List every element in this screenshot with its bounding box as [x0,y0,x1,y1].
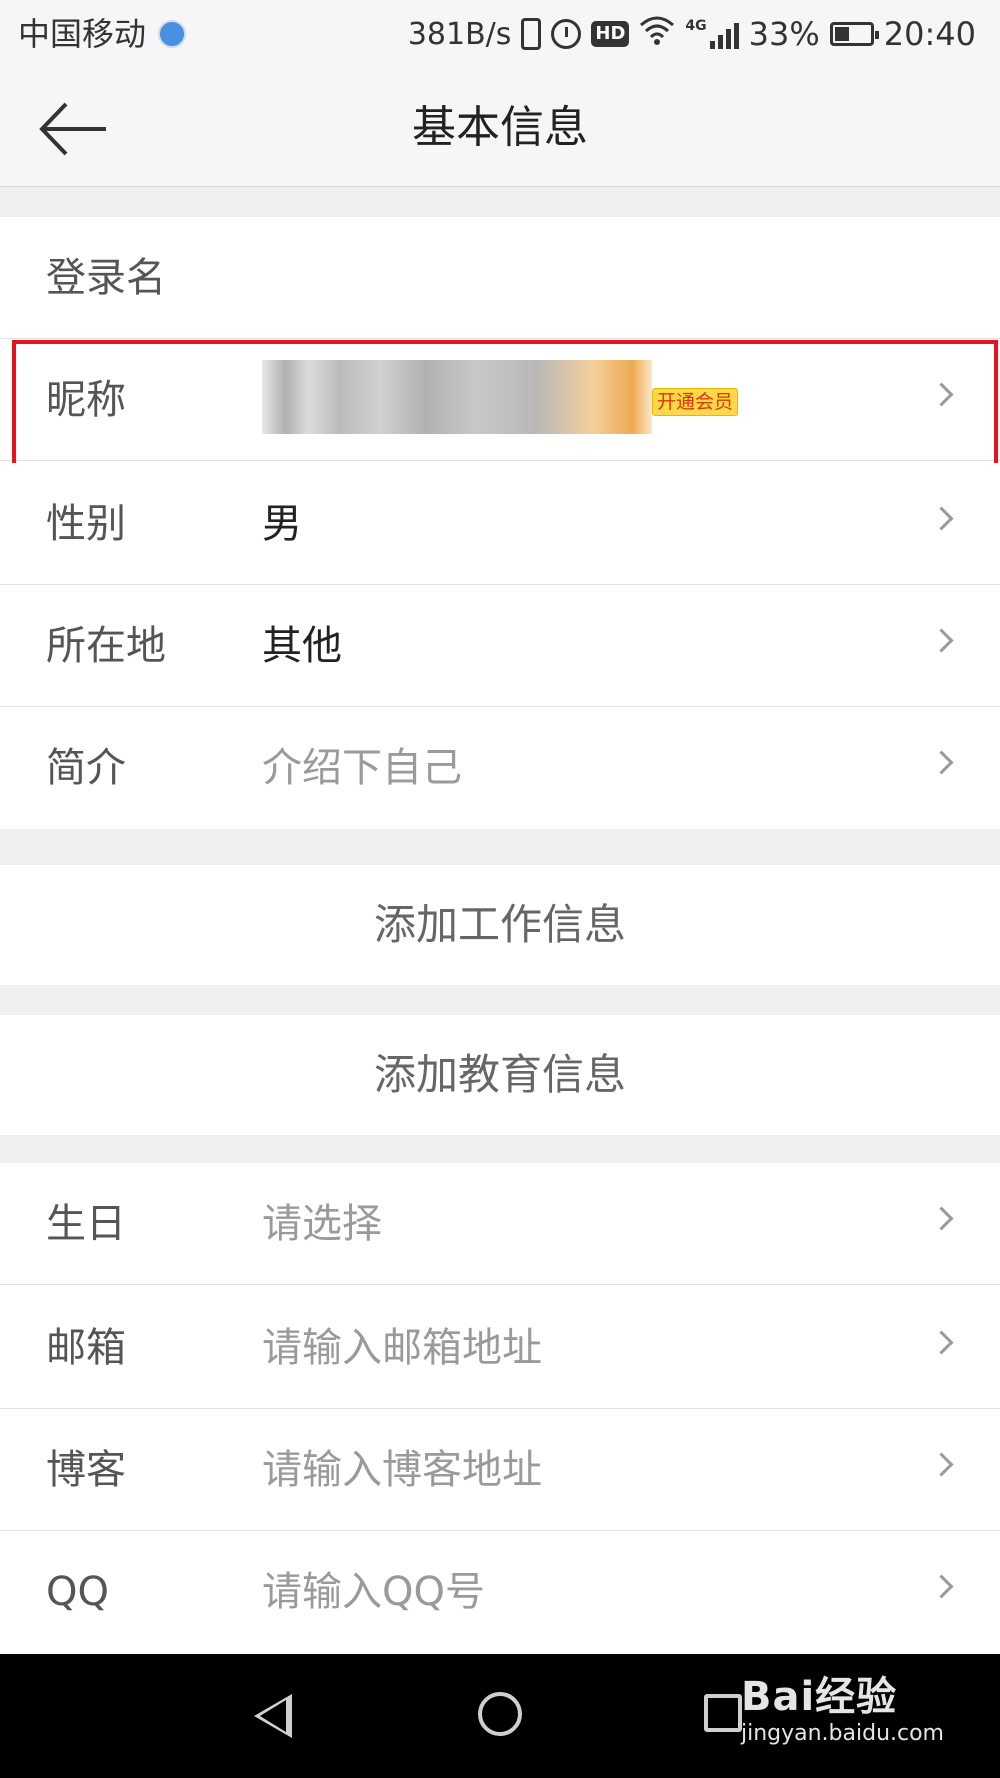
chevron-right-icon [929,1330,954,1355]
nav-recent-icon[interactable] [704,1694,742,1732]
qq-label: QQ [46,1569,109,1615]
intro-placeholder: 介绍下自己 [262,745,462,791]
blog-placeholder: 请输入博客地址 [262,1447,542,1493]
nav-home-icon[interactable] [478,1692,522,1736]
location-label: 所在地 [46,623,166,669]
watermark-sub: jingyan.baidu.com [740,1721,944,1746]
chevron-right-icon [929,1452,954,1477]
chevron-right-icon [929,382,954,407]
location-icon [158,20,186,48]
vip-badge[interactable]: 开通会员 [652,388,739,416]
chevron-right-icon [929,1206,954,1231]
chevron-right-icon [929,628,954,653]
email-row[interactable]: 邮箱 请输入邮箱地址 [0,1287,1000,1409]
intro-row[interactable]: 简介 介绍下自己 [0,707,1000,829]
gender-row[interactable]: 性别 男 [0,463,1000,585]
watermark-main: Bai经验 [740,1674,898,1720]
login-name-label: 登录名 [46,255,166,301]
gender-label: 性别 [46,501,126,547]
email-placeholder: 请输入邮箱地址 [262,1325,542,1371]
blog-row[interactable]: 博客 请输入博客地址 [0,1409,1000,1531]
add-education-button[interactable]: 添加教育信息 [0,1015,1000,1135]
chevron-right-icon [929,506,954,531]
section-gap [0,985,1000,1015]
qq-placeholder: 请输入QQ号 [262,1569,485,1615]
nickname-label: 昵称 [46,377,126,423]
battery-percent: 33% [748,15,820,53]
chevron-right-icon [929,750,954,775]
watermark: Bai经验 jingyan.baidu.com [741,1674,944,1748]
battery-icon [829,22,879,46]
page-title: 基本信息 [412,102,588,153]
birthday-placeholder: 请选择 [262,1201,382,1247]
app-header: 基本信息 [0,70,1000,187]
blog-label: 博客 [46,1447,126,1493]
intro-label: 简介 [46,745,126,791]
section-gap [0,829,1000,865]
section-gap [0,1135,1000,1163]
status-icons: 381B/s HD 4G 33% 20:40 [408,12,976,56]
email-label: 邮箱 [46,1325,126,1371]
location-value: 其他 [262,623,342,669]
net-speed: 381B/s [407,16,512,52]
clock: 20:40 [883,15,976,53]
qq-row[interactable]: QQ 请输入QQ号 [0,1531,1000,1653]
signal-icon: 4G [685,18,739,49]
system-nav-bar: Bai经验 jingyan.baidu.com [0,1654,1000,1778]
login-name-row: 登录名 [0,217,1000,339]
gender-value: 男 [262,501,302,547]
vibrate-icon [521,18,542,50]
network-type: 4G [685,18,707,34]
carrier-text: 中国移动 [18,15,147,53]
birthday-label: 生日 [46,1201,126,1247]
hd-badge: HD [591,21,630,47]
location-row[interactable]: 所在地 其他 [0,585,1000,707]
chevron-right-icon [929,1574,954,1599]
nav-back-icon[interactable] [254,1694,292,1738]
alarm-icon [551,19,582,49]
add-work-button[interactable]: 添加工作信息 [0,865,1000,985]
nickname-value-blurred [262,360,652,434]
section-gap [0,187,1000,217]
status-bar: 中国移动 381B/s HD 4G 33% 20:40 [0,0,1000,70]
birthday-row[interactable]: 生日 请选择 [0,1163,1000,1285]
wifi-icon [639,15,675,53]
